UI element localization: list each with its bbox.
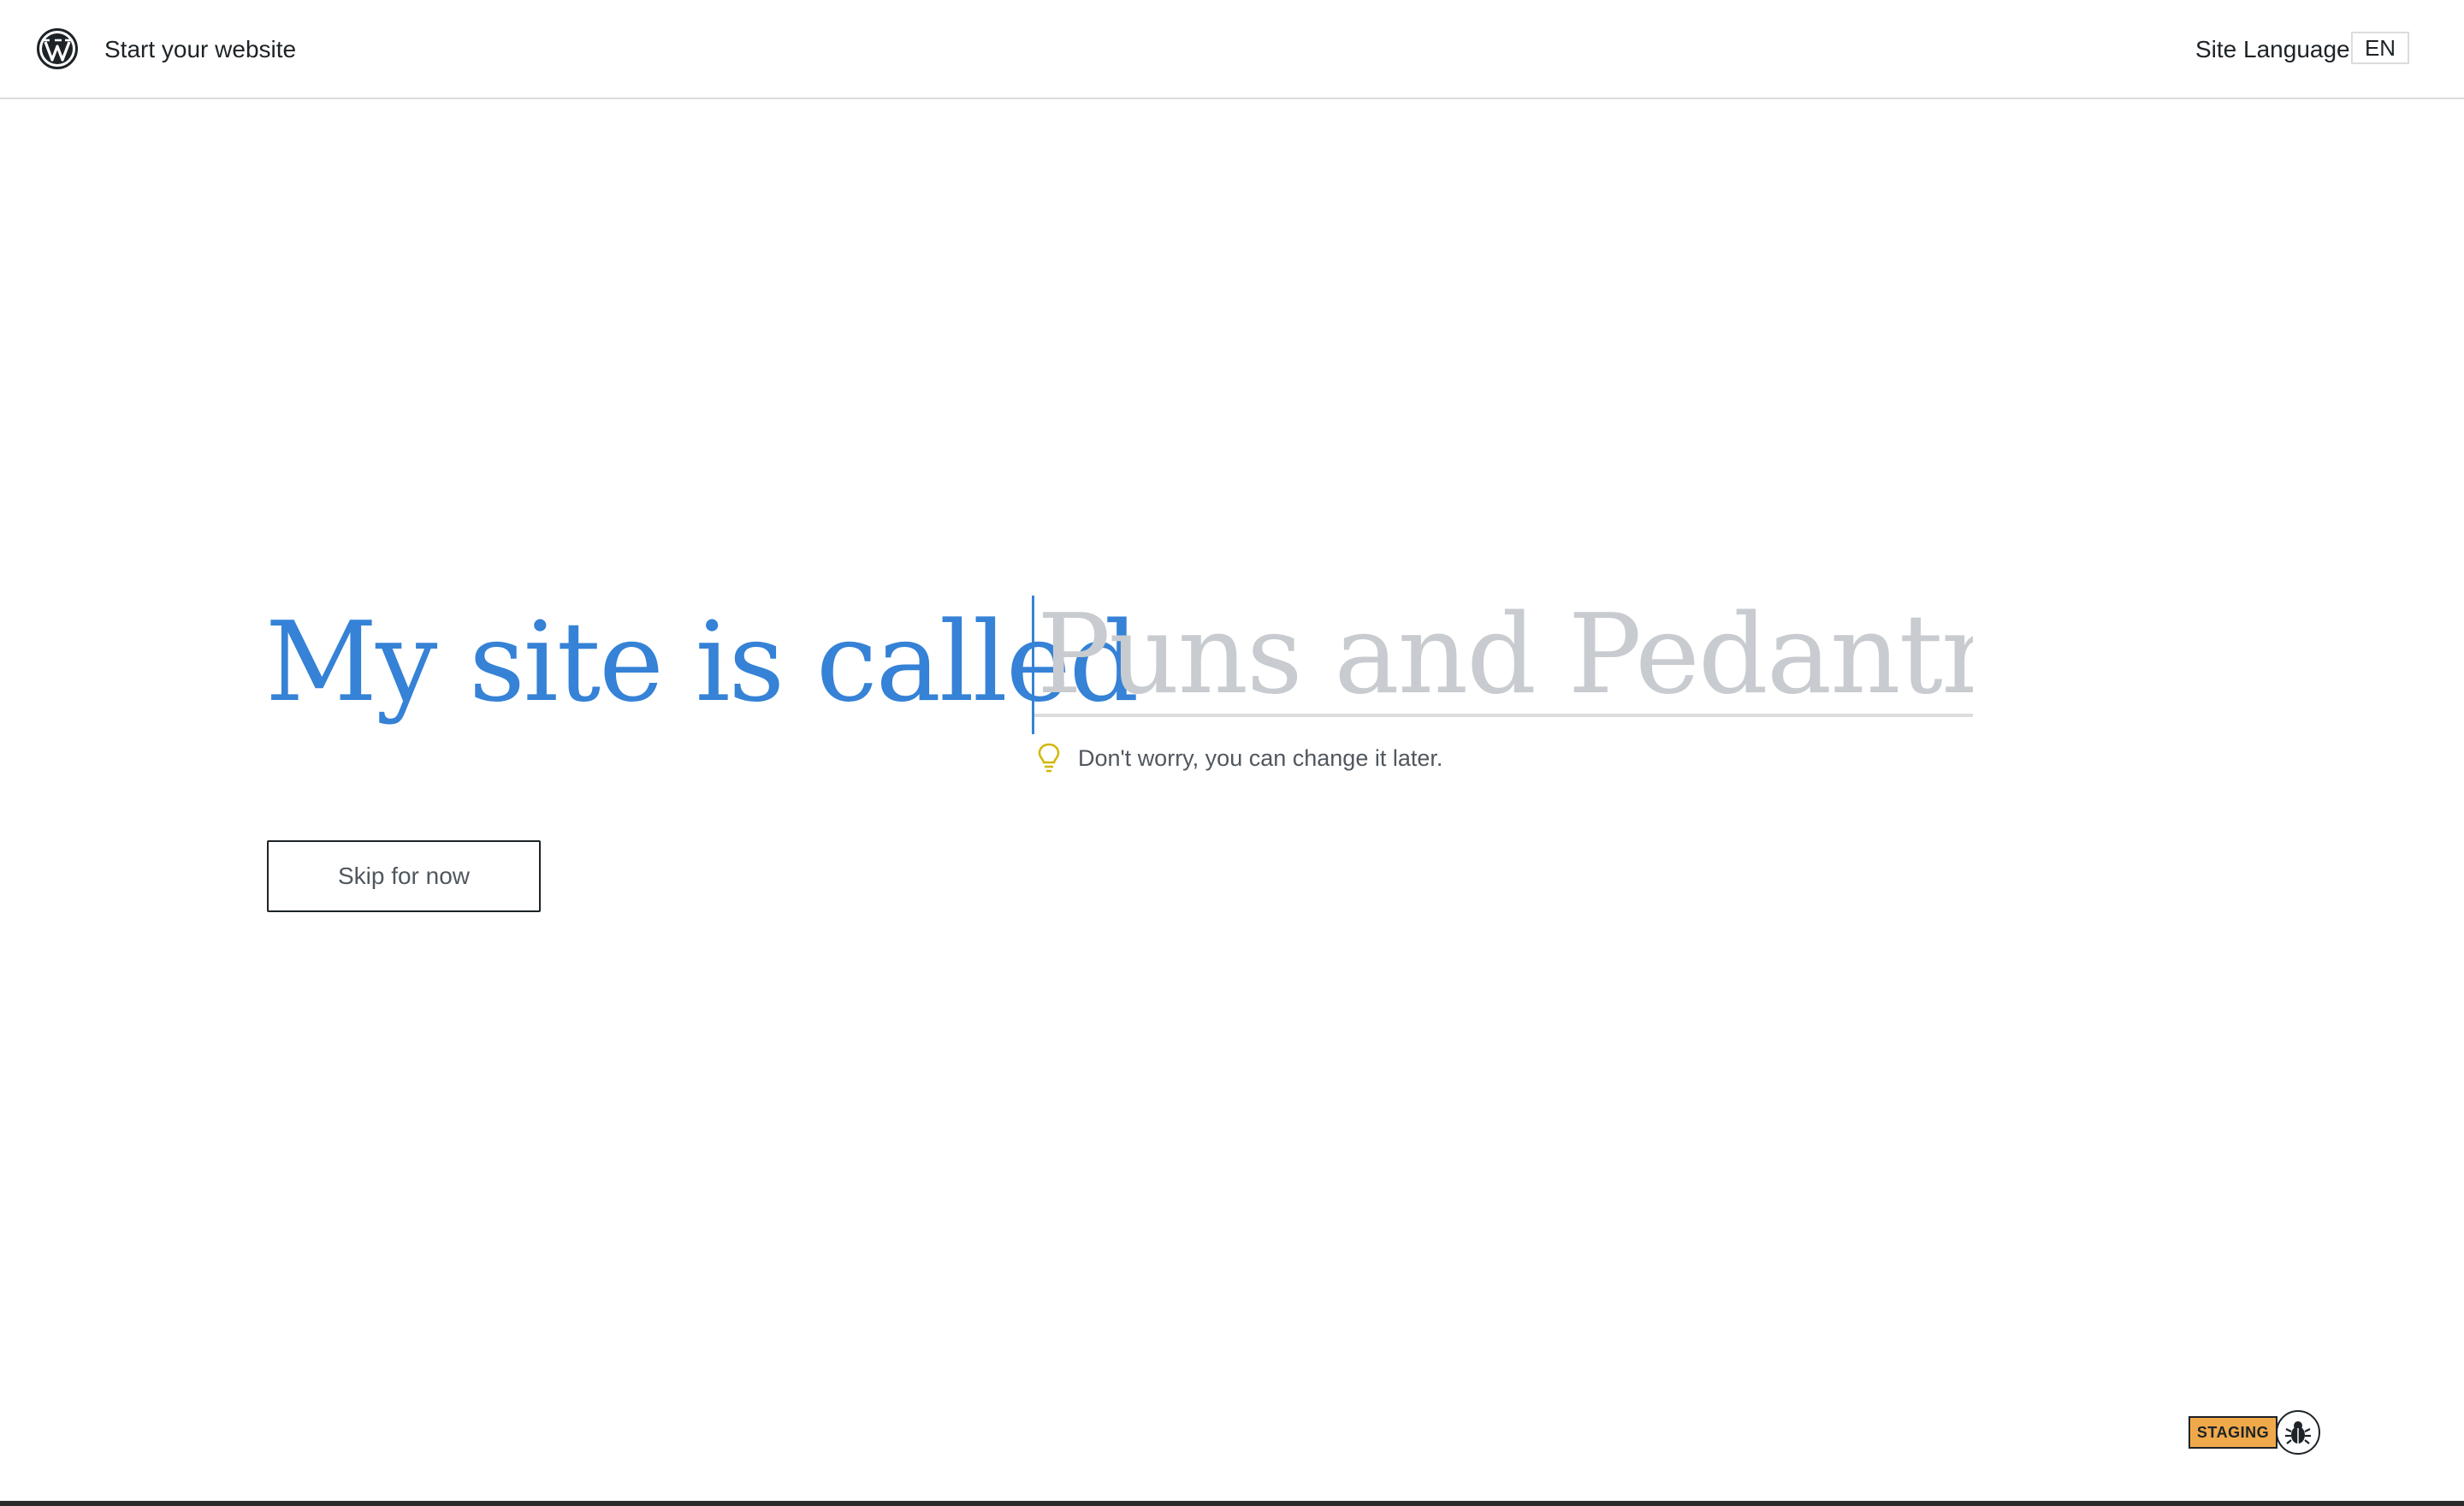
skip-button[interactable]: Skip for now (267, 840, 541, 912)
top-bar: Start your website Site Language EN (0, 0, 2464, 99)
site-language-label: Site Language (2195, 36, 2350, 62)
bug-icon[interactable] (2276, 1410, 2320, 1455)
window-bottom-edge (0, 1501, 2464, 1506)
app-title: Start your website (104, 36, 297, 62)
wordpress-logo-icon[interactable] (36, 27, 79, 70)
staging-badge: STAGING (2189, 1416, 2277, 1449)
lightbulb-icon (1038, 743, 1060, 773)
site-name-prompt: My site is called (265, 599, 1139, 726)
site-language-select[interactable]: EN (2351, 32, 2409, 64)
site-name-input[interactable] (1032, 596, 1973, 717)
hint: Don't worry, you can change it later. (1035, 741, 1442, 775)
text-caret (1032, 596, 1034, 734)
hint-text: Don't worry, you can change it later. (1078, 744, 1443, 771)
